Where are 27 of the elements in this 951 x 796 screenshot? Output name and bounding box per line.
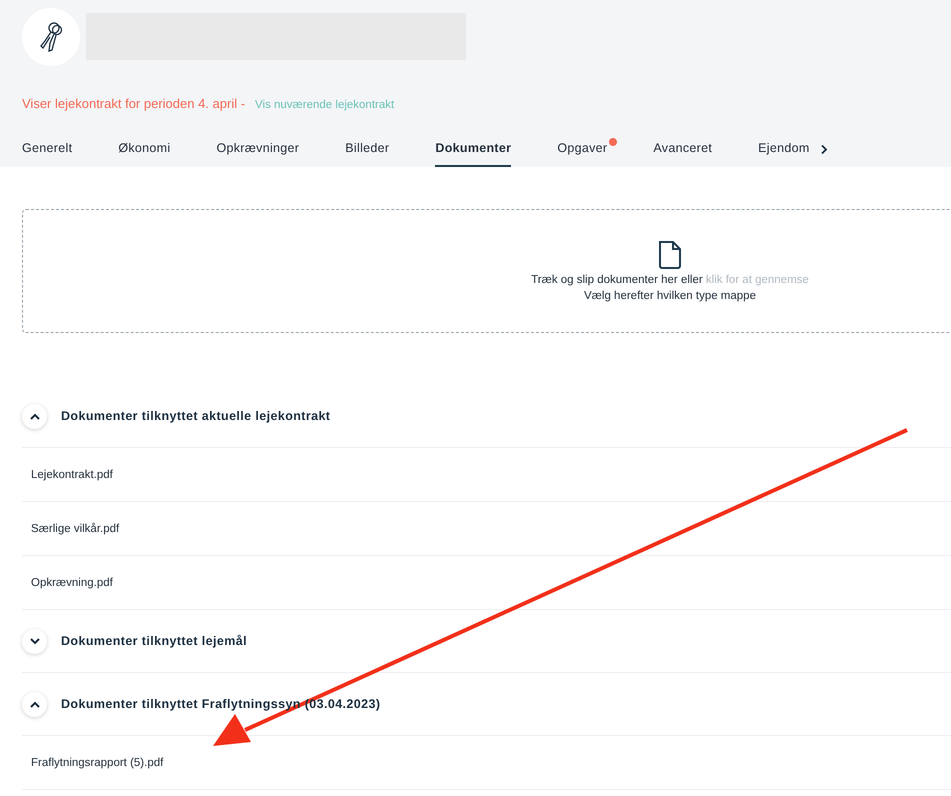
tab[interactable]: Opgaver [557,135,618,167]
file-link[interactable]: Fraflytningsrapport (5).pdf [31,756,164,768]
section-title: Dokumenter tilknyttet lejemål [61,634,247,648]
tab[interactable]: Generelt [22,135,72,167]
tab[interactable]: Avanceret [653,135,712,167]
drop-hint: Vælg herefter hvilken type mappe [584,290,756,302]
period-notice: Viser lejekontrakt for perioden 4. april - [22,96,246,111]
tab[interactable]: Dokumenter [435,135,512,167]
tab[interactable]: Opkrævninger [216,135,300,167]
tab[interactable]: Ejendom [758,135,810,167]
chevron-right-icon[interactable] [820,144,828,154]
tab[interactable]: Økonomi [118,135,170,167]
drop-zone[interactable]: Træk og slip dokumenter her eller klik for at gennemse Vælg herefter hvilken type mappe [22,209,951,333]
drop-instruction: Træk og slip dokumenter her eller klik for at gennemse [531,274,809,286]
section-title: Dokumenter tilknyttet aktuelle lejekontrakt [61,409,330,423]
chevron-down-icon [30,638,40,644]
chevron-up-icon [30,412,40,420]
file-link[interactable]: Lejekontrakt.pdf [31,468,113,480]
tab[interactable]: Billeder [345,135,390,167]
file-link[interactable]: Opkrævning.pdf [31,576,113,588]
file-link[interactable]: Særlige vilkår.pdf [31,522,120,534]
document-icon [657,240,683,270]
toggle-button[interactable] [22,628,47,654]
toggle-button[interactable] [22,404,47,428]
toggle-button[interactable] [22,692,47,716]
section-title: Dokumenter tilknyttet Fraflytningssyn (03.04.2023) [61,697,380,711]
chevron-up-icon [30,700,40,708]
